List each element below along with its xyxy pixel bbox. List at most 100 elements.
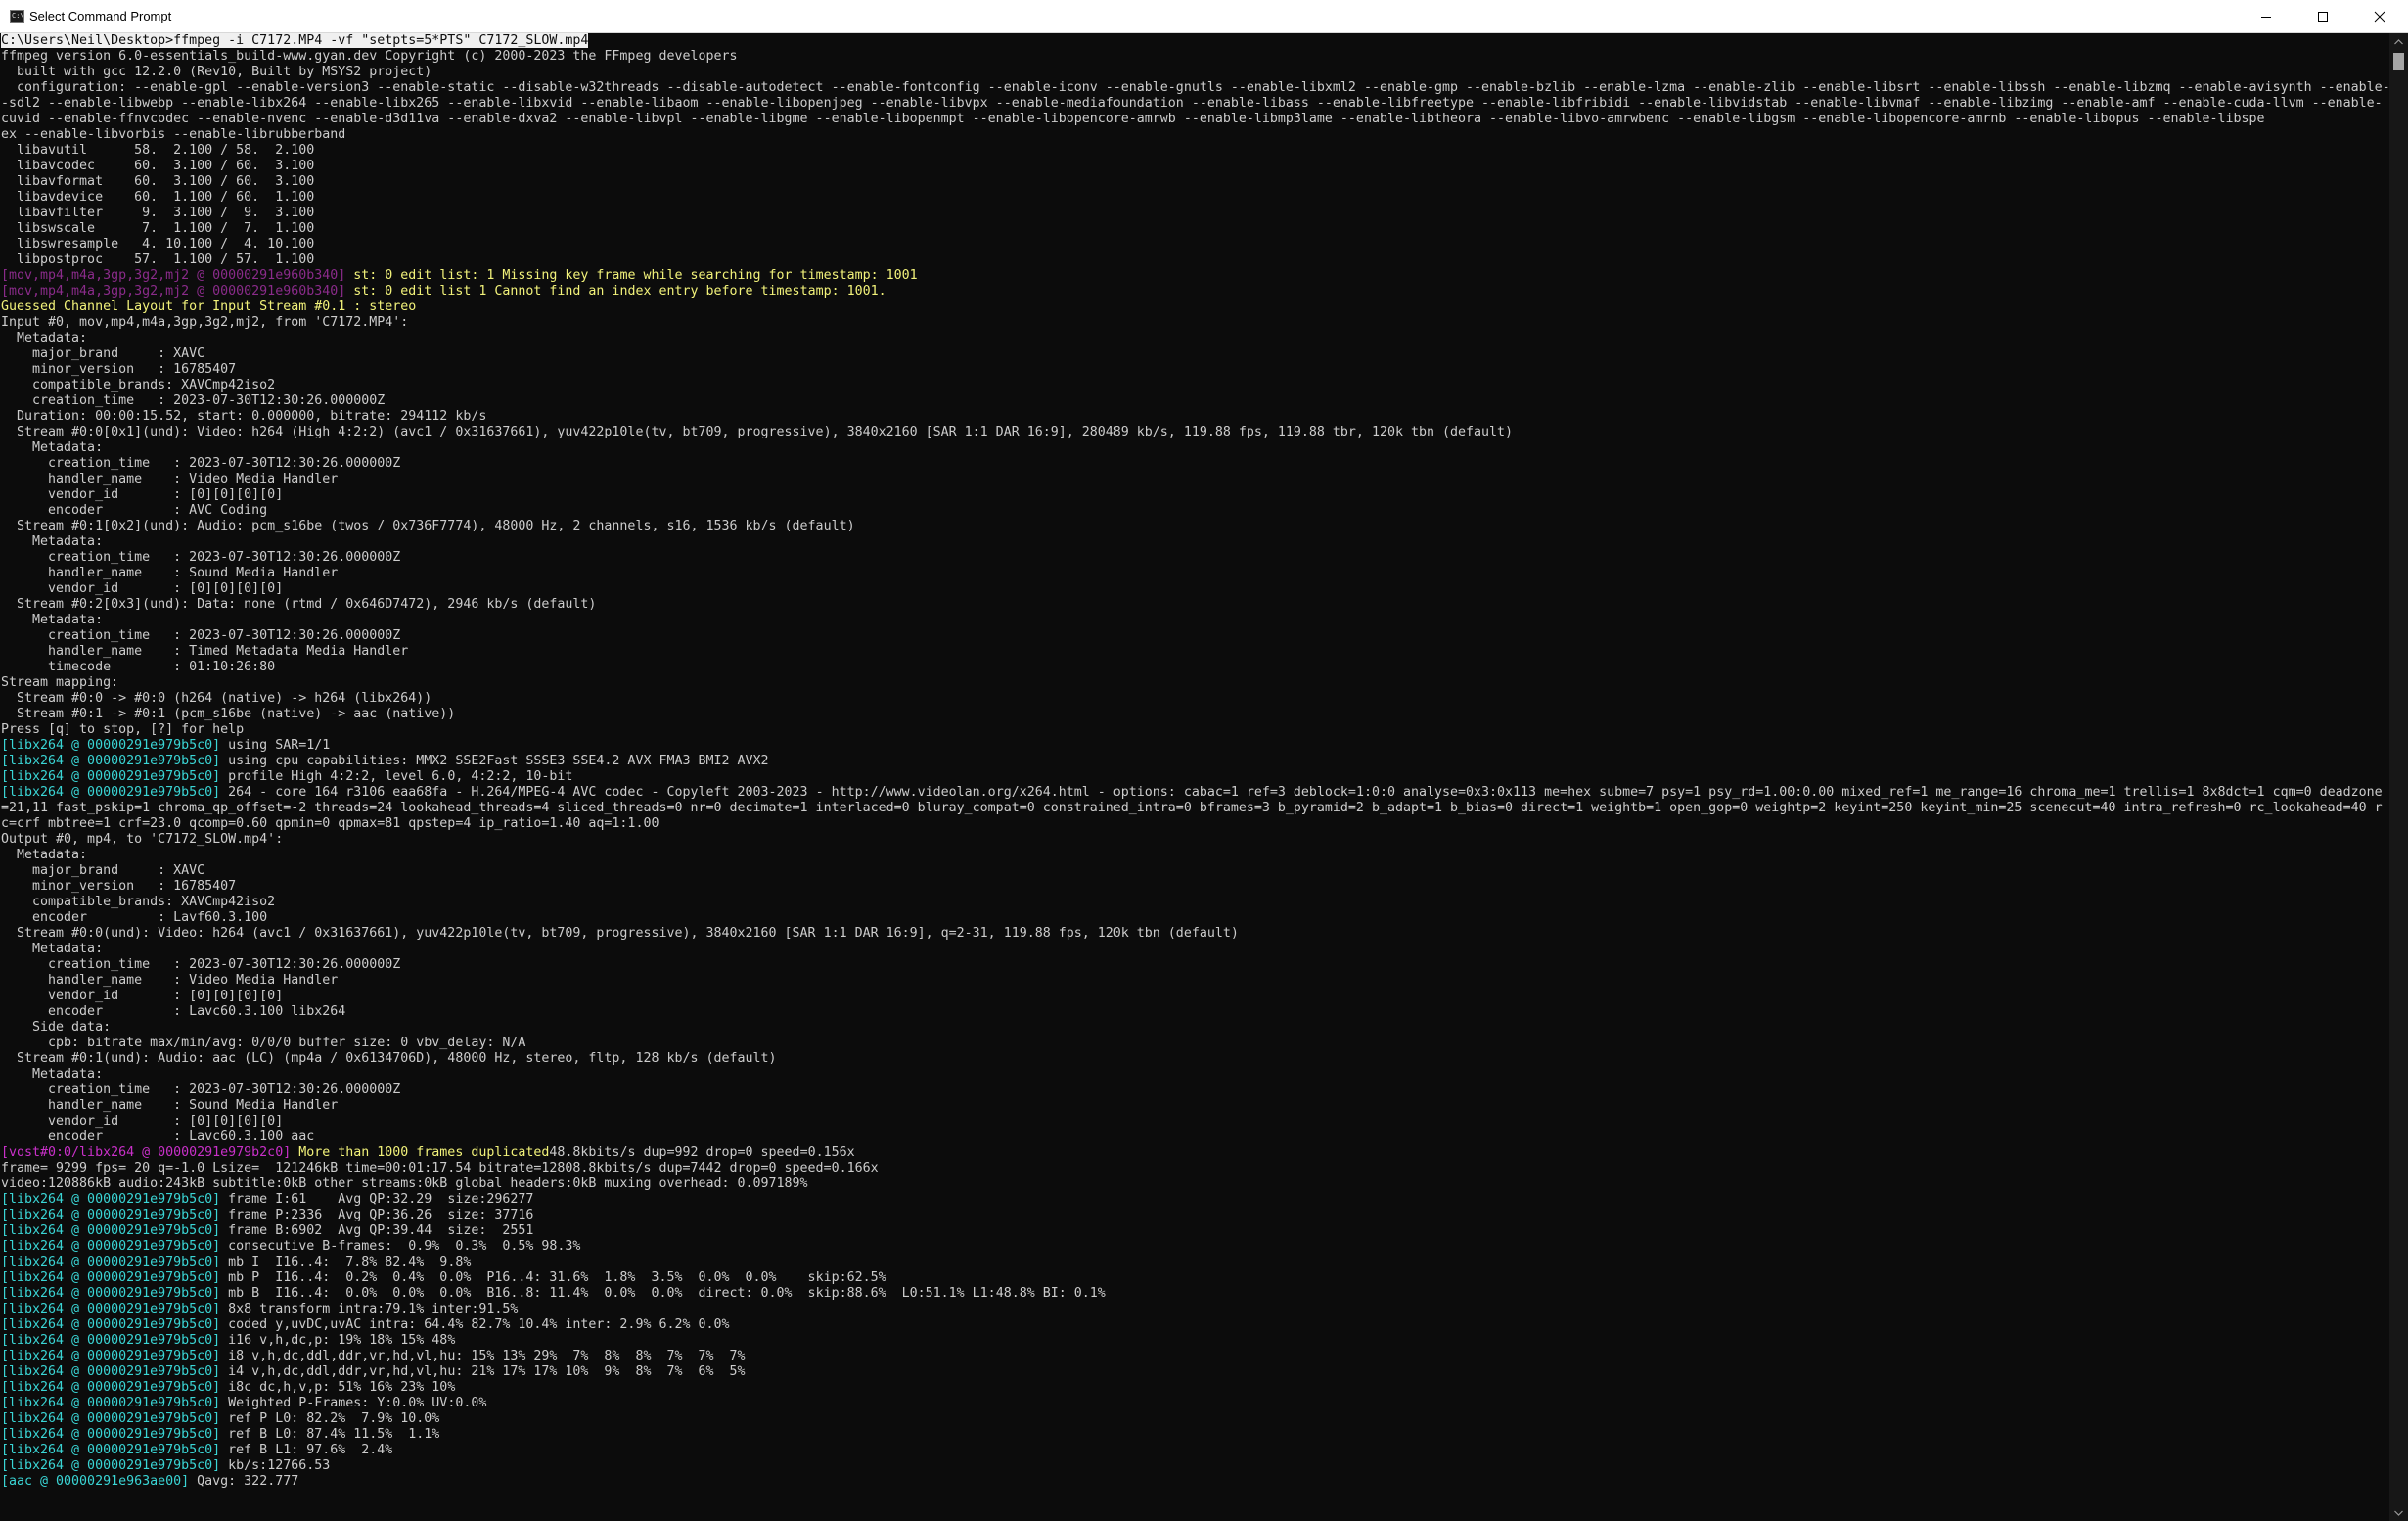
console-line: -sdl2 --enable-libwebp --enable-libx264 … (0, 96, 2389, 112)
console-line: vendor_id : [0][0][0][0] (0, 1114, 2389, 1129)
scrollbar-thumb[interactable] (2393, 53, 2404, 70)
console-text: timecode : 01:10:26:80 (1, 660, 276, 674)
console-line: major_brand : XAVC (0, 346, 2389, 362)
console-text: [libx264 @ 00000291e979b5c0] (1, 1380, 221, 1395)
console-text: [libx264 @ 00000291e979b5c0] (1, 1302, 221, 1316)
minimize-button[interactable] (2238, 0, 2294, 32)
console-line: [mov,mp4,m4a,3gp,3g2,mj2 @ 00000291e960b… (0, 284, 2389, 300)
console-line: [libx264 @ 00000291e979b5c0] i8 v,h,dc,d… (0, 1349, 2389, 1364)
console-text: handler_name : Timed Metadata Media Hand… (1, 644, 409, 659)
console-text: ref B L0: 87.4% 11.5% 1.1% (220, 1427, 440, 1442)
console-line: vendor_id : [0][0][0][0] (0, 581, 2389, 597)
console-line: [libx264 @ 00000291e979b5c0] ref P L0: 8… (0, 1411, 2389, 1427)
console-text: [libx264 @ 00000291e979b5c0] (1, 1364, 221, 1379)
console-line: ffmpeg version 6.0-essentials_build-www.… (0, 49, 2389, 65)
console-line: libavcodec 60. 3.100 / 60. 3.100 (0, 159, 2389, 174)
console-text: Stream #0:0 -> #0:0 (h264 (native) -> h2… (1, 691, 432, 706)
console-line: built with gcc 12.2.0 (Rev10, Built by M… (0, 65, 2389, 80)
console-line: video:120886kB audio:243kB subtitle:0kB … (0, 1176, 2389, 1192)
console-text: encoder : Lavc60.3.100 aac (1, 1129, 315, 1144)
command-input-line[interactable]: C:\Users\Neil\Desktop>ffmpeg -i C7172.MP… (1, 33, 589, 48)
console-line: [libx264 @ 00000291e979b5c0] i16 v,h,dc,… (0, 1333, 2389, 1349)
console-text: [libx264 @ 00000291e979b5c0] (1, 1286, 221, 1301)
maximize-button[interactable] (2294, 0, 2351, 32)
console-line: Metadata: (0, 942, 2389, 957)
console-line: [mov,mp4,m4a,3gp,3g2,mj2 @ 00000291e960b… (0, 268, 2389, 284)
console-text: libavcodec 60. 3.100 / 60. 3.100 (1, 159, 315, 173)
console-line: major_brand : XAVC (0, 863, 2389, 879)
console-text: compatible_brands: XAVCmp42iso2 (1, 378, 276, 392)
console-text: Output #0, mp4, to 'C7172_SLOW.mp4': (1, 832, 284, 847)
console-line: [libx264 @ 00000291e979b5c0] using cpu c… (0, 754, 2389, 769)
console-text: c=crf mbtree=1 crf=23.0 qcomp=0.60 qpmin… (1, 816, 659, 831)
console-line: [libx264 @ 00000291e979b5c0] 8x8 transfo… (0, 1302, 2389, 1317)
command-prompt-app-icon[interactable]: C:\ (10, 10, 24, 23)
console-line: [libx264 @ 00000291e979b5c0] using SAR=1… (0, 738, 2389, 754)
console-text: compatible_brands: XAVCmp42iso2 (1, 895, 276, 909)
console-text: =21,11 fast_pskip=1 chroma_qp_offset=-2 … (1, 801, 2383, 815)
console-text: handler_name : Video Media Handler (1, 973, 339, 988)
console-text: mb I I16..4: 7.8% 82.4% 9.8% (220, 1255, 472, 1269)
console-text: minor_version : 16785407 (1, 879, 237, 894)
console-line: creation_time : 2023-07-30T12:30:26.0000… (0, 628, 2389, 644)
console-line: [libx264 @ 00000291e979b5c0] profile Hig… (0, 769, 2389, 785)
console-text: frame P:2336 Avg QP:36.26 size: 37716 (220, 1208, 534, 1222)
scroll-up-button[interactable] (2389, 33, 2408, 50)
title-bar[interactable]: C:\ Select Command Prompt (0, 0, 2408, 33)
console-text: 264 - core 164 r3106 eaa68fa - H.264/MPE… (220, 785, 2383, 800)
console-text: Stream #0:2[0x3](und): Data: none (rtmd … (1, 597, 597, 612)
console-line: [aac @ 00000291e963ae00] Qavg: 322.777 (0, 1474, 2389, 1490)
console-output[interactable]: C:\Users\Neil\Desktop>ffmpeg -i C7172.MP… (0, 33, 2389, 1521)
close-button[interactable] (2351, 0, 2408, 32)
console-text: video:120886kB audio:243kB subtitle:0kB … (1, 1176, 808, 1191)
console-line: Stream #0:1(und): Audio: aac (LC) (mp4a … (0, 1051, 2389, 1067)
console-line: [libx264 @ 00000291e979b5c0] consecutive… (0, 1239, 2389, 1255)
vertical-scrollbar[interactable] (2389, 33, 2408, 1521)
console-text: using SAR=1/1 (220, 738, 331, 753)
console-text: profile High 4:2:2, level 6.0, 4:2:2, 10… (220, 769, 573, 784)
console-line: Input #0, mov,mp4,m4a,3gp,3g2,mj2, from … (0, 315, 2389, 331)
console-text: [libx264 @ 00000291e979b5c0] (1, 1349, 221, 1363)
console-text: [libx264 @ 00000291e979b5c0] (1, 1427, 221, 1442)
console-line: Metadata: (0, 440, 2389, 456)
console-line: [libx264 @ 00000291e979b5c0] i8c dc,h,v,… (0, 1380, 2389, 1396)
console-line: Duration: 00:00:15.52, start: 0.000000, … (0, 409, 2389, 425)
console-line: Guessed Channel Layout for Input Stream … (0, 300, 2389, 315)
console-text: Stream #0:0[0x1](und): Video: h264 (High… (1, 425, 1514, 439)
console-text: creation_time : 2023-07-30T12:30:26.0000… (1, 1083, 401, 1097)
console-line: libavfilter 9. 3.100 / 9. 3.100 (0, 206, 2389, 221)
console-text: handler_name : Sound Media Handler (1, 566, 339, 580)
console-text: [libx264 @ 00000291e979b5c0] (1, 769, 221, 784)
console-text: [mov,mp4,m4a,3gp,3g2,mj2 @ 00000291e960b… (1, 268, 346, 283)
console-text: vendor_id : [0][0][0][0] (1, 989, 284, 1003)
console-text: Stream #0:1 -> #0:1 (pcm_s16be (native) … (1, 707, 456, 721)
console-line: handler_name : Sound Media Handler (0, 566, 2389, 581)
chevron-down-icon (2394, 1510, 2403, 1516)
console-text: mb P I16..4: 0.2% 0.4% 0.0% P16..4: 31.6… (220, 1270, 886, 1285)
minimize-icon (2261, 16, 2271, 18)
console-line: Stream mapping: (0, 675, 2389, 691)
console-line: libavutil 58. 2.100 / 58. 2.100 (0, 143, 2389, 159)
console-text: kb/s:12766.53 (220, 1458, 331, 1473)
console-line: Stream #0:2[0x3](und): Data: none (rtmd … (0, 597, 2389, 613)
console-line: Metadata: (0, 331, 2389, 346)
console-line: frame= 9299 fps= 20 q=-1.0 Lsize= 121246… (0, 1161, 2389, 1176)
console-text: cpb: bitrate max/min/avg: 0/0/0 buffer s… (1, 1036, 526, 1050)
console-text: [libx264 @ 00000291e979b5c0] (1, 1208, 221, 1222)
scroll-down-button[interactable] (2389, 1504, 2408, 1521)
console-text: [libx264 @ 00000291e979b5c0] (1, 1223, 221, 1238)
console-line: Metadata: (0, 1067, 2389, 1083)
console-text: st: 0 edit list 1 Cannot find an index e… (345, 284, 886, 299)
console-text: Guessed Channel Layout for Input Stream … (1, 300, 417, 314)
console-line: [libx264 @ 00000291e979b5c0] 264 - core … (0, 785, 2389, 801)
console-text: [libx264 @ 00000291e979b5c0] (1, 1270, 221, 1285)
console-text: coded y,uvDC,uvAC intra: 64.4% 82.7% 10.… (220, 1317, 730, 1332)
console-text: frame= 9299 fps= 20 q=-1.0 Lsize= 121246… (1, 1161, 879, 1175)
console-text: [libx264 @ 00000291e979b5c0] (1, 1443, 221, 1457)
console-line: timecode : 01:10:26:80 (0, 660, 2389, 675)
console-line: libavformat 60. 3.100 / 60. 3.100 (0, 174, 2389, 190)
console-text: i8 v,h,dc,ddl,ddr,vr,hd,vl,hu: 15% 13% 2… (220, 1349, 746, 1363)
console-text: Side data: (1, 1020, 112, 1035)
console-text: handler_name : Video Media Handler (1, 472, 339, 486)
console-text: creation_time : 2023-07-30T12:30:26.0000… (1, 957, 401, 972)
